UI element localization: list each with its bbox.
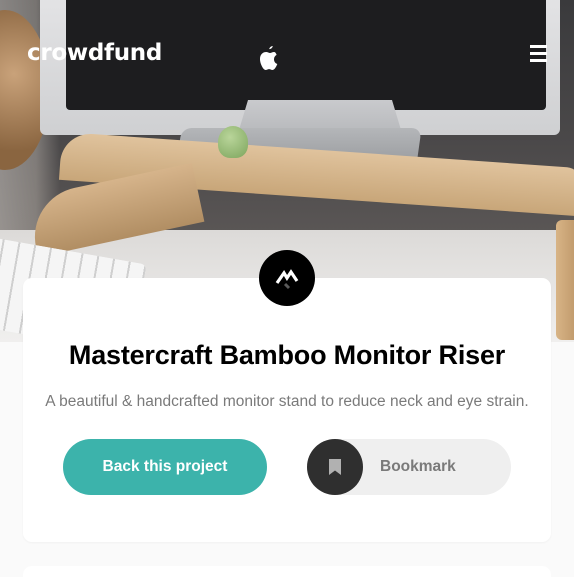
bookmark-button[interactable]: Bookmark [307, 439, 511, 495]
crowdfund-logo[interactable]: crowdfund [27, 40, 162, 66]
project-card: Mastercraft Bamboo Monitor Riser A beaut… [23, 278, 551, 542]
bookmark-label: Bookmark [380, 458, 456, 475]
bookmark-icon [307, 439, 363, 495]
apple-logo-icon [260, 46, 278, 70]
mastercraft-logo-icon [259, 250, 315, 306]
back-this-project-button[interactable]: Back this project [63, 439, 267, 495]
toy-figure [218, 126, 248, 158]
project-description: A beautiful & handcrafted monitor stand … [45, 393, 529, 410]
hamburger-menu-icon[interactable] [530, 45, 547, 62]
next-card-edge [23, 566, 551, 577]
project-title: Mastercraft Bamboo Monitor Riser [68, 340, 506, 370]
